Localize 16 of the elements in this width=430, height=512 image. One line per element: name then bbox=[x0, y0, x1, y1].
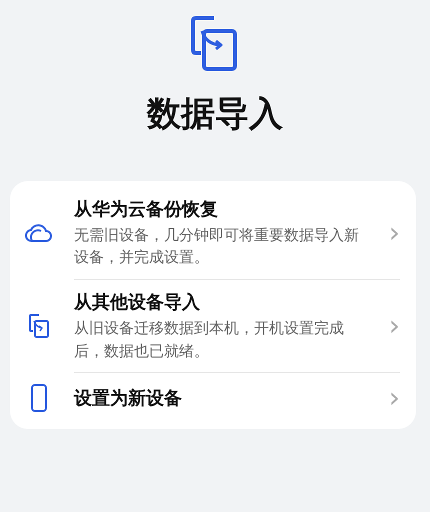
option-description: 无需旧设备，几分钟即可将重要数据导入新设备，并完成设置。 bbox=[74, 224, 360, 268]
option-title: 从其他设备导入 bbox=[74, 290, 201, 315]
chevron-icon: › bbox=[388, 312, 400, 340]
option-description: 从旧设备迁移数据到本机，开机设置完成后，数据也已就绪。 bbox=[74, 318, 345, 362]
phone-transfer-icon bbox=[190, 14, 240, 72]
cloud-icon bbox=[25, 222, 53, 244]
option-title: 设置为新设备 bbox=[74, 386, 183, 411]
option-row[interactable]: 设置为新设备 › bbox=[10, 373, 416, 424]
option-title: 从华为云备份恢复 bbox=[74, 198, 219, 222]
phone-icon bbox=[30, 383, 48, 414]
page-title: 数据导入 bbox=[146, 94, 284, 135]
option-row[interactable]: 从华为云备份恢复 无需旧设备，几分钟即可将重要数据导入新设备，并完成设置。 › bbox=[10, 186, 416, 279]
option-row[interactable]: 从其他设备导入 从旧设备迁移数据到本机，开机设置完成后，数据也已就绪。 › bbox=[10, 280, 416, 372]
chevron-icon: › bbox=[388, 384, 400, 412]
phone-transfer-icon bbox=[28, 313, 50, 340]
chevron-icon: › bbox=[388, 218, 400, 247]
